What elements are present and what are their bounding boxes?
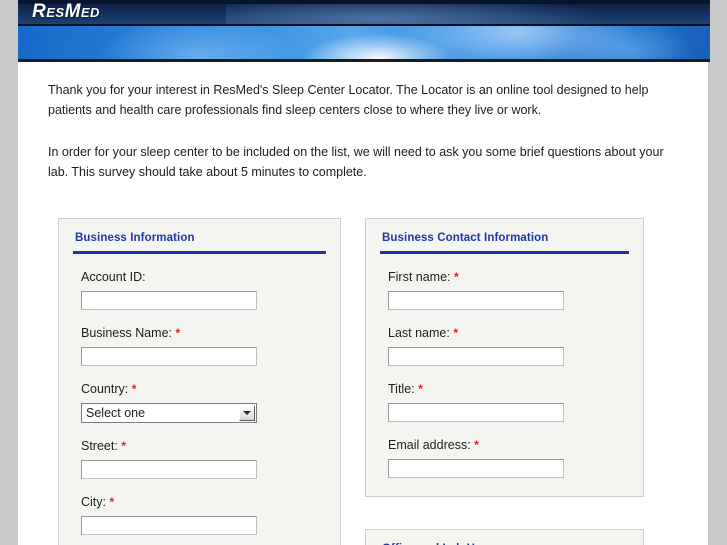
label-business-name: Business Name: * (81, 326, 340, 341)
label-text: Email address: (388, 438, 471, 452)
required-marker: * (175, 326, 181, 340)
field-first-name: First name: * (366, 270, 643, 310)
field-country: Country: * Select one (59, 382, 340, 423)
input-business-name[interactable] (81, 347, 257, 366)
intro-paragraph-2: In order for your sleep center to be inc… (48, 145, 664, 179)
label-last-name: Last name: * (388, 326, 643, 341)
panel-title-business-contact-information: Business Contact Information (382, 232, 549, 244)
intro-text: Thank you for your interest in ResMed's … (48, 80, 668, 204)
required-marker: * (474, 438, 479, 452)
label-title: Title: * (388, 382, 643, 397)
banner-abstract-image (18, 26, 710, 60)
left-form-column: Business Information Account ID: Busines… (58, 218, 341, 545)
panel-rule (380, 251, 629, 254)
label-text: Account ID: (81, 270, 146, 284)
resmed-logo[interactable]: ResMed (32, 1, 100, 23)
required-marker: * (454, 270, 459, 284)
field-email-address: Email address: * (366, 438, 643, 478)
banner-logo-band (18, 4, 710, 24)
field-account-id: Account ID: (59, 270, 340, 310)
site-banner: ResMed (18, 0, 710, 62)
label-text: Street: (81, 439, 118, 453)
select-country[interactable]: Select one (81, 403, 257, 423)
panel-business-contact-information: Business Contact Information First name:… (365, 218, 644, 497)
label-text: Last name: (388, 326, 450, 340)
field-title: Title: * (366, 382, 643, 422)
input-first-name[interactable] (388, 291, 564, 310)
label-country: Country: * (81, 382, 340, 397)
field-city: City: * (59, 495, 340, 535)
field-last-name: Last name: * (366, 326, 643, 366)
panel-office-and-lab-hours: Office and Lab Hours (365, 529, 644, 545)
right-form-column: Business Contact Information First name:… (365, 218, 644, 545)
label-text: City: (81, 495, 106, 509)
label-text: Title: (388, 382, 415, 396)
label-text: First name: (388, 270, 451, 284)
required-marker: * (109, 495, 115, 509)
label-text: Country: (81, 382, 129, 396)
required-marker: * (121, 439, 126, 453)
input-title[interactable] (388, 403, 564, 422)
page-root: ResMed Thank you for your interest in Re… (0, 0, 727, 545)
panel-title-business-information: Business Information (75, 232, 195, 244)
label-account-id: Account ID: (81, 270, 340, 285)
label-email-address: Email address: * (388, 438, 643, 453)
required-marker: * (418, 382, 423, 396)
field-business-name: Business Name: * (59, 326, 340, 366)
input-street[interactable] (81, 460, 257, 479)
banner-bottom-line (18, 59, 710, 62)
select-country-value: Select one (86, 406, 146, 420)
required-marker: * (453, 326, 458, 340)
input-account-id[interactable] (81, 291, 257, 310)
label-city: City: * (81, 495, 340, 510)
input-email-address[interactable] (388, 459, 564, 478)
field-street: Street: * (59, 439, 340, 479)
chevron-down-icon[interactable] (239, 405, 255, 421)
required-marker: * (131, 382, 137, 396)
intro-paragraph-1: Thank you for your interest in ResMed's … (48, 83, 649, 117)
label-street: Street: * (81, 439, 340, 454)
input-last-name[interactable] (388, 347, 564, 366)
label-text: Business Name: (81, 326, 173, 340)
label-first-name: First name: * (388, 270, 643, 285)
panel-rule (73, 251, 326, 254)
input-city[interactable] (81, 516, 257, 535)
panel-business-information: Business Information Account ID: Busines… (58, 218, 341, 545)
